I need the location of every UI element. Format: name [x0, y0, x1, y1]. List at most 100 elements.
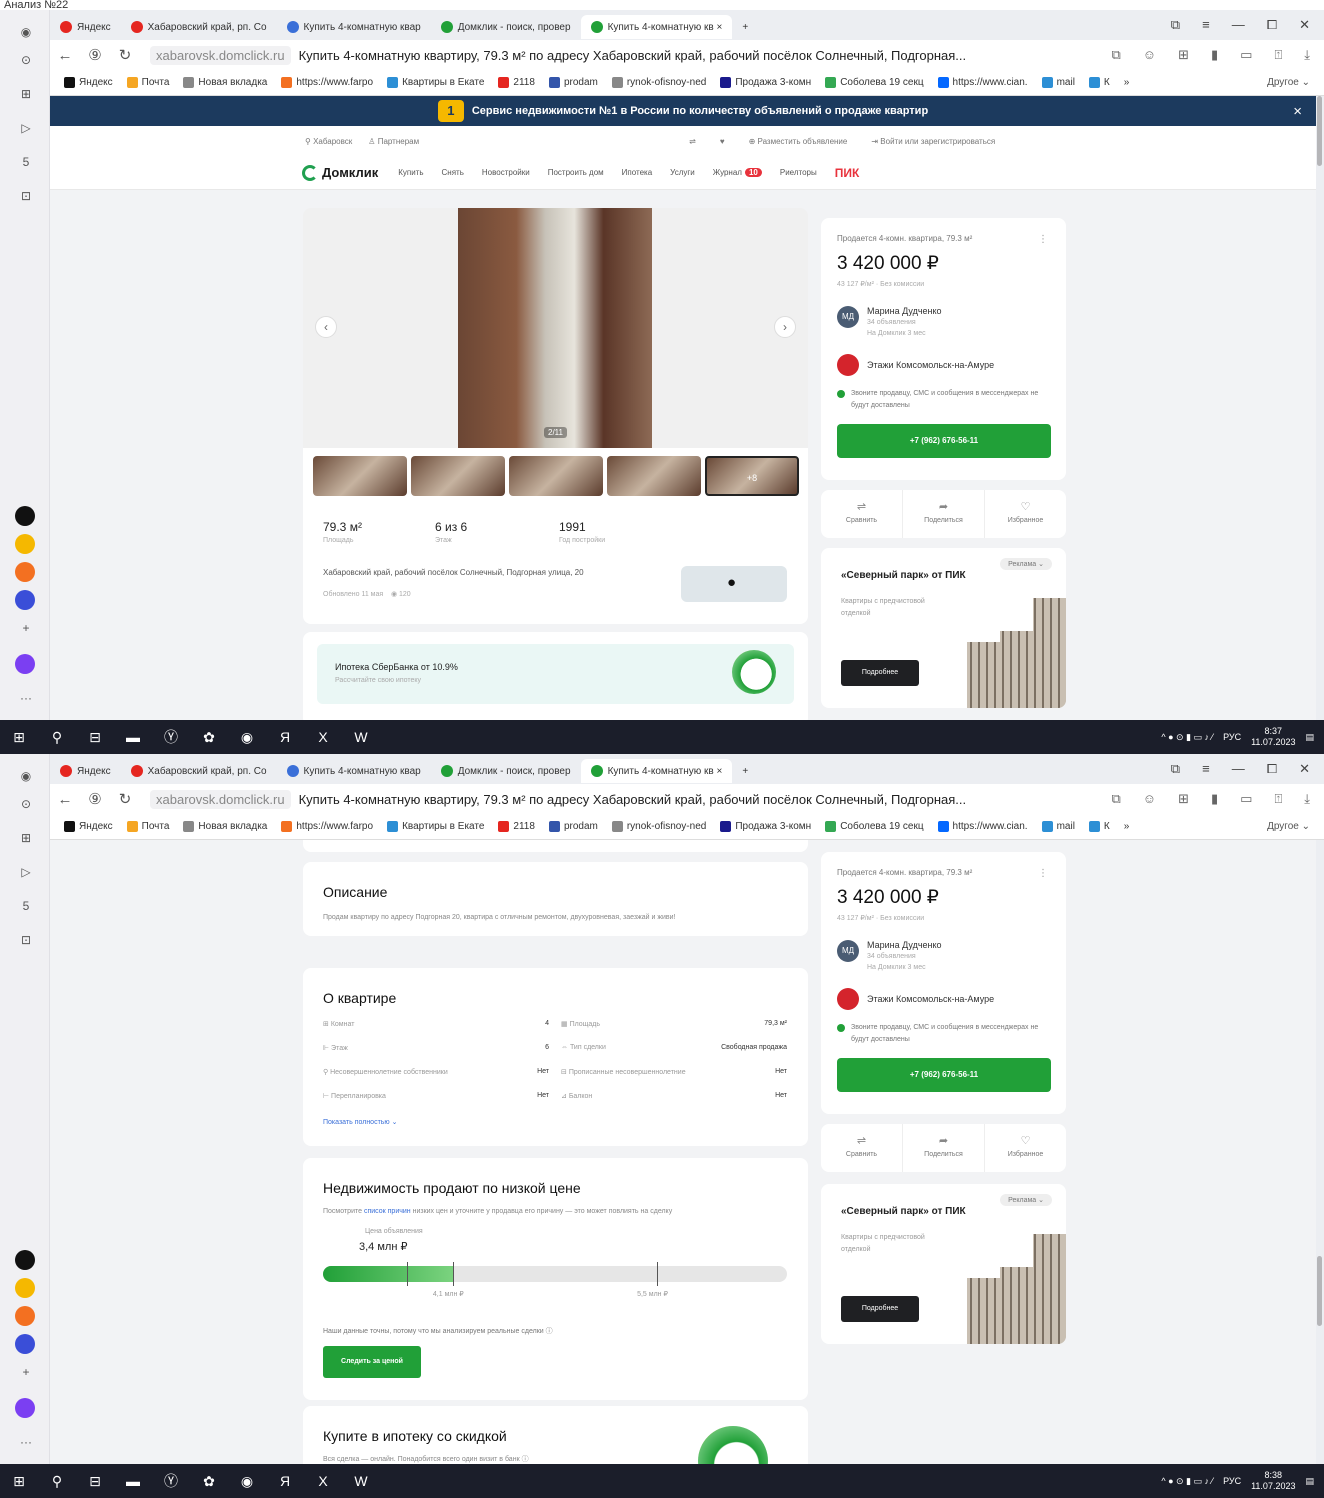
bookmark-item[interactable]: https://www.farpo — [281, 77, 373, 88]
prev-photo-button[interactable]: ‹ — [315, 316, 337, 338]
partners-link[interactable]: ♙ Партнерам — [368, 137, 419, 146]
tab-yandex[interactable]: Яндекс — [50, 15, 121, 39]
call-button[interactable]: +7 (962) 676-56-11 — [837, 1058, 1051, 1092]
bookmarks-overflow[interactable]: » — [1124, 821, 1130, 832]
agency-link[interactable]: Этажи Комсомольск-на-Амуре — [837, 988, 994, 1010]
new-tab-button[interactable]: + — [732, 759, 758, 783]
favorites-icon[interactable]: ♥ — [720, 137, 725, 146]
language-indicator[interactable]: РУС — [1223, 732, 1241, 742]
pik-link[interactable]: ПИК — [835, 166, 860, 180]
restore-icon[interactable]: ⧠ — [1267, 761, 1277, 777]
collections-icon[interactable]: ⊞ — [16, 84, 36, 104]
back-icon[interactable]: ← — [50, 791, 80, 808]
yandex-browser-icon[interactable]: Ⓨ — [152, 727, 190, 747]
reload-icon[interactable]: ↻ — [110, 790, 140, 808]
bookmark-item[interactable]: https://www.cian. — [937, 821, 1028, 832]
mail-icon[interactable] — [15, 562, 35, 582]
battery-icon[interactable]: ▭ — [1240, 791, 1252, 807]
add-app-icon[interactable]: + — [16, 618, 36, 638]
plus-circle-icon[interactable] — [15, 506, 35, 526]
page-scrollbar[interactable] — [1316, 96, 1324, 720]
tab-buy-4room[interactable]: Купить 4-комнатную квар — [277, 15, 431, 39]
close-window-icon[interactable]: ✕ — [1299, 761, 1310, 777]
screenshot-icon[interactable]: ⊡ — [16, 186, 36, 206]
bookmark-item[interactable]: Соболева 19 секц — [825, 821, 924, 832]
ad-more-button[interactable]: Подробнее — [841, 1296, 919, 1322]
search-icon[interactable]: ⚲ — [38, 1473, 76, 1490]
translate-icon[interactable]: ⧉ — [1112, 47, 1121, 63]
domclick-logo[interactable]: Домклик — [302, 164, 378, 181]
tab-active-listing[interactable]: Купить 4-комнатную кв × — [580, 759, 733, 783]
tab-khabarovsk[interactable]: Хабаровский край, рп. Со — [121, 15, 277, 39]
restore-icon[interactable]: ⧠ — [1267, 17, 1277, 33]
menu-realtors[interactable]: Риелторы — [780, 168, 817, 177]
post-ad-link[interactable]: ⊕ Разместить объявление — [749, 137, 848, 146]
tray-icons[interactable]: ^ ● ⊙ ▮ ▭ ♪ ⁄ — [1161, 732, 1213, 743]
menu-icon[interactable]: ≡ — [1202, 17, 1210, 33]
compare-button[interactable]: ⇌ Сравнить — [821, 490, 903, 538]
back-icon[interactable]: ← — [50, 47, 80, 64]
task-view-icon[interactable]: ⊟ — [76, 1473, 114, 1490]
app-icon[interactable]: ✿ — [190, 729, 228, 746]
menu-rent[interactable]: Снять — [442, 168, 464, 177]
tab-buy-4room[interactable]: Купить 4-комнатную квар — [277, 759, 431, 783]
bookmark-item[interactable]: Квартиры в Екате — [387, 77, 484, 88]
messenger-icon[interactable] — [15, 1334, 35, 1354]
more-photos-thumbnail[interactable]: +8 — [705, 456, 799, 496]
bookmark-item[interactable]: Почта — [126, 77, 169, 88]
profile-icon[interactable]: ◉ — [16, 766, 36, 786]
bookmark-icon[interactable]: ▮ — [1211, 791, 1218, 807]
yandex-icon[interactable]: Я — [266, 1473, 304, 1489]
url-domain[interactable]: xabarovsk.domclick.ru — [150, 789, 291, 809]
compare-icon[interactable]: ⇌ — [689, 137, 696, 146]
messenger-icon[interactable] — [15, 590, 35, 610]
video-icon[interactable]: ▷ — [16, 118, 36, 138]
video-icon[interactable]: ▷ — [16, 862, 36, 882]
collections-icon[interactable]: ⊞ — [16, 828, 36, 848]
protect-icon[interactable]: ⊞ — [1178, 47, 1189, 63]
url-page-title[interactable]: Купить 4-комнатную квартиру, 79.3 м² по … — [299, 48, 999, 63]
notifications-icon[interactable]: ▤ — [1305, 1476, 1314, 1487]
bookmark-item[interactable]: Новая вкладка — [183, 77, 267, 88]
ad-tag[interactable]: Реклама ⌄ — [1000, 1194, 1052, 1206]
extensions-icon[interactable]: ⍐ — [1274, 791, 1282, 807]
bookmark-item[interactable]: rynok-ofisnoy-ned — [611, 77, 706, 88]
bookmark-item[interactable]: Соболева 19 секц — [825, 77, 924, 88]
other-bookmarks[interactable]: Другое ⌄ — [1267, 821, 1310, 832]
bookmark-item[interactable]: Продажа 3-комн — [720, 77, 811, 88]
menu-build-house[interactable]: Построить дом — [548, 168, 604, 177]
clock[interactable]: 8:38 11.07.2023 — [1251, 1470, 1295, 1492]
bookmark-item[interactable]: mail — [1041, 77, 1075, 88]
tabs-menu-icon[interactable]: ⧉ — [1171, 761, 1180, 777]
reasons-link[interactable]: список причин — [364, 1208, 411, 1215]
tab-yandex[interactable]: Яндекс — [50, 759, 121, 783]
menu-buy[interactable]: Купить — [398, 168, 423, 177]
yandex-icon[interactable]: Я — [266, 729, 304, 745]
more-icon[interactable]: ··· — [16, 688, 36, 708]
task-view-icon[interactable]: ⊟ — [76, 729, 114, 746]
bookmark-item[interactable]: Яндекс — [64, 77, 113, 88]
bookmark-item[interactable]: https://www.cian. — [937, 77, 1028, 88]
favorite-button[interactable]: ♡ Избранное — [985, 490, 1066, 538]
bookmark-item[interactable]: prodam — [548, 821, 598, 832]
tabs-menu-icon[interactable]: ⧉ — [1171, 17, 1180, 33]
bookmark-item[interactable]: mail — [1041, 821, 1075, 832]
bookmark-item[interactable]: Продажа 3-комн — [720, 821, 811, 832]
next-photo-button[interactable]: › — [774, 316, 796, 338]
thumbnail[interactable] — [509, 456, 603, 496]
new-tab-button[interactable]: + — [732, 15, 758, 39]
more-options-icon[interactable]: ⋮ — [1038, 234, 1048, 245]
minimize-icon[interactable]: — — [1232, 17, 1245, 33]
clock[interactable]: 8:37 11.07.2023 — [1251, 726, 1295, 748]
page-scrollbar[interactable] — [1316, 840, 1324, 1464]
reader-icon[interactable]: ☺ — [1143, 791, 1156, 807]
scrollbar-thumb[interactable] — [1317, 96, 1322, 166]
menu-new-buildings[interactable]: Новостройки — [482, 168, 530, 177]
close-window-icon[interactable]: ✕ — [1299, 17, 1310, 33]
map-thumbnail[interactable]: ● — [681, 566, 787, 602]
bookmark-item[interactable]: https://www.farpo — [281, 821, 373, 832]
listing-photo[interactable]: 2/11 — [458, 208, 652, 448]
tray-icons[interactable]: ^ ● ⊙ ▮ ▭ ♪ ⁄ — [1161, 1476, 1213, 1487]
compare-button[interactable]: ⇌ Сравнить — [821, 1124, 903, 1172]
protect-icon[interactable]: ⊞ — [1178, 791, 1189, 807]
